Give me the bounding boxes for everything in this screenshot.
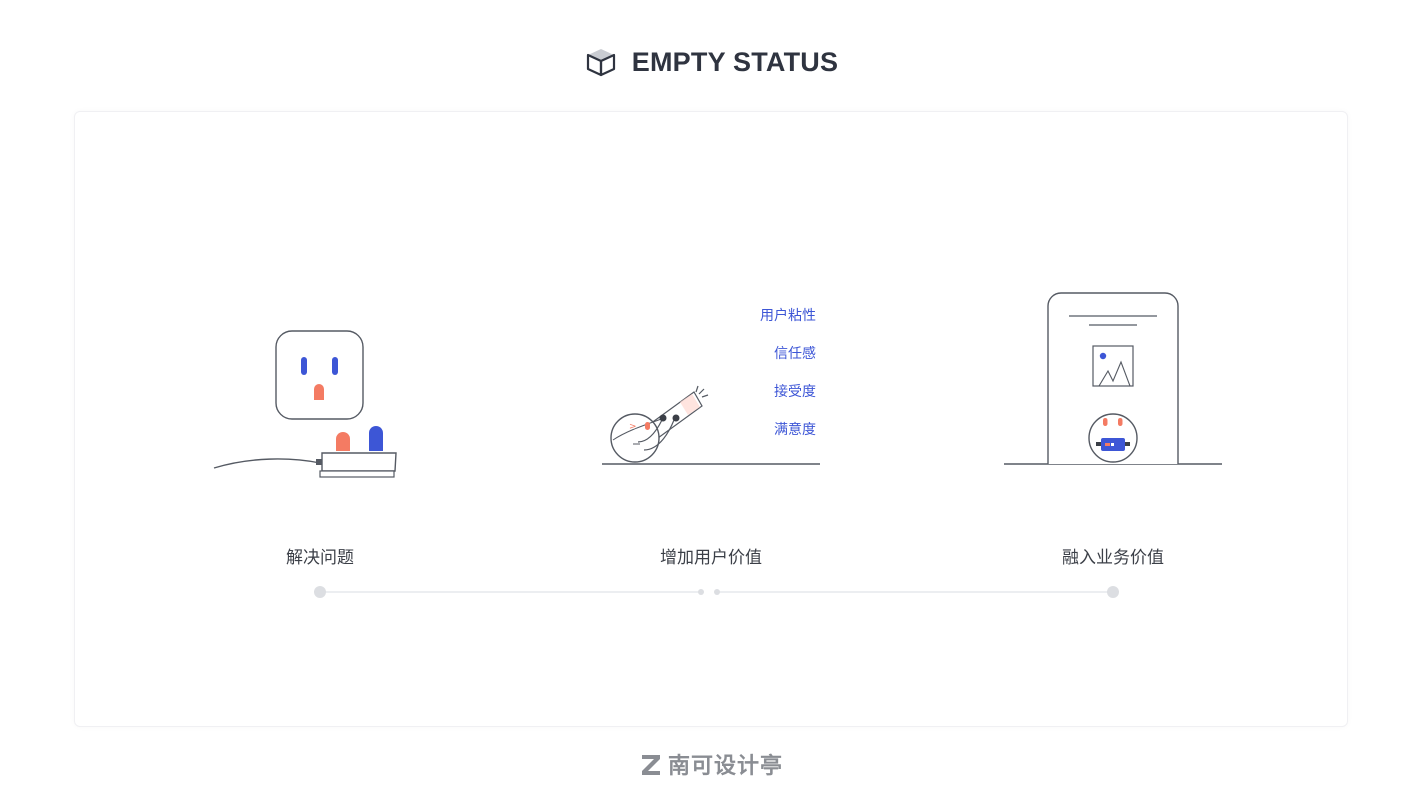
tag-acceptance: 接受度: [774, 384, 816, 400]
tag-trust: 信任感: [774, 346, 816, 362]
power-socket-plug-illustration: [213, 330, 397, 478]
caption-user-value: 增加用户价值: [660, 548, 762, 568]
caption-business-value: 融入业务价值: [1062, 548, 1164, 568]
page-title: EMPTY STATUS: [631, 46, 839, 77]
socket-hole-left: [301, 357, 307, 375]
timeline-dot-1: [314, 586, 326, 598]
caption-solve-problem: 解决问题: [286, 548, 354, 568]
timeline-dot-mid-b: [714, 589, 720, 595]
tag-user-stickiness: 用户粘性: [760, 308, 816, 324]
cube-icon: [586, 49, 615, 77]
z-logo-icon: [641, 755, 660, 775]
phone-character-illustration: [1004, 292, 1222, 465]
timeline-dot-3: [1107, 586, 1119, 598]
timeline-dot-mid-a: [698, 589, 704, 595]
page-header: EMPTY STATUS: [0, 40, 1422, 84]
socket-ground-hole: [314, 384, 324, 400]
socket-hole-right: [332, 357, 338, 375]
page-footer: 南可设计亭: [0, 748, 1422, 780]
tag-satisfaction: 满意度: [774, 422, 816, 438]
progress-timeline: [314, 586, 1119, 598]
svg-text:>: >: [629, 422, 637, 432]
brand-name: 南可设计亭: [667, 754, 783, 779]
